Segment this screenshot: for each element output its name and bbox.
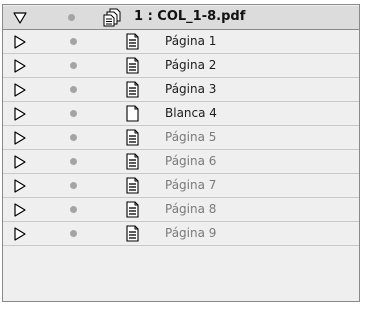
page-label: Página 2: [165, 58, 217, 72]
page-label: Página 3: [165, 82, 217, 96]
disclosure-triangle-collapsed-icon[interactable]: [13, 107, 27, 121]
page-row[interactable]: Blanca 4: [3, 102, 359, 126]
status-dot: [70, 110, 77, 117]
page-label: Página 6: [165, 154, 217, 168]
page-label: Blanca 4: [165, 106, 217, 120]
disclosure-triangle-collapsed-icon[interactable]: [13, 227, 27, 241]
status-dot: [70, 38, 77, 45]
status-dot: [70, 86, 77, 93]
page-icon: [126, 153, 139, 170]
page-row[interactable]: Página 5: [3, 126, 359, 150]
page-row[interactable]: Página 9: [3, 222, 359, 246]
page-label: Página 8: [165, 202, 217, 216]
page-row[interactable]: Página 6: [3, 150, 359, 174]
page-icon: [126, 57, 139, 74]
disclosure-triangle-collapsed-icon[interactable]: [13, 35, 27, 49]
page-label: Página 1: [165, 34, 217, 48]
disclosure-triangle-collapsed-icon[interactable]: [13, 83, 27, 97]
page-icon: [126, 177, 139, 194]
page-label: Página 7: [165, 178, 217, 192]
page-icon: [126, 225, 139, 242]
status-dot: [70, 230, 77, 237]
blank-page-icon: [126, 105, 139, 122]
status-dot: [70, 182, 77, 189]
disclosure-triangle-collapsed-icon[interactable]: [13, 155, 27, 169]
page-icon: [126, 33, 139, 50]
document-label: 1 : COL_1-8.pdf: [134, 9, 246, 24]
disclosure-triangle-expanded-icon[interactable]: [13, 11, 27, 25]
page-icon: [126, 201, 139, 218]
disclosure-triangle-collapsed-icon[interactable]: [13, 131, 27, 145]
tree-rows: 1 : COL_1-8.pdf Página 1 Página 2 Página 3…: [3, 6, 359, 246]
document-row[interactable]: 1 : COL_1-8.pdf: [3, 6, 359, 30]
disclosure-triangle-collapsed-icon[interactable]: [13, 203, 27, 217]
page-row[interactable]: Página 1: [3, 30, 359, 54]
page-row[interactable]: Página 2: [3, 54, 359, 78]
page-label: Página 5: [165, 130, 217, 144]
pdf-document-icon: [103, 8, 121, 27]
status-dot: [68, 14, 75, 21]
status-dot: [70, 134, 77, 141]
disclosure-triangle-collapsed-icon[interactable]: [13, 179, 27, 193]
page-icon: [126, 129, 139, 146]
status-dot: [70, 62, 77, 69]
page-icon: [126, 81, 139, 98]
document-tree-panel: 1 : COL_1-8.pdf Página 1 Página 2 Página 3…: [2, 4, 360, 302]
page-row[interactable]: Página 7: [3, 174, 359, 198]
status-dot: [70, 206, 77, 213]
status-dot: [70, 158, 77, 165]
page-row[interactable]: Página 3: [3, 78, 359, 102]
disclosure-triangle-collapsed-icon[interactable]: [13, 59, 27, 73]
page-label: Página 9: [165, 226, 217, 240]
page-list: Página 1 Página 2 Página 3 Blanca 4 Página 5…: [3, 30, 359, 246]
page-row[interactable]: Página 8: [3, 198, 359, 222]
